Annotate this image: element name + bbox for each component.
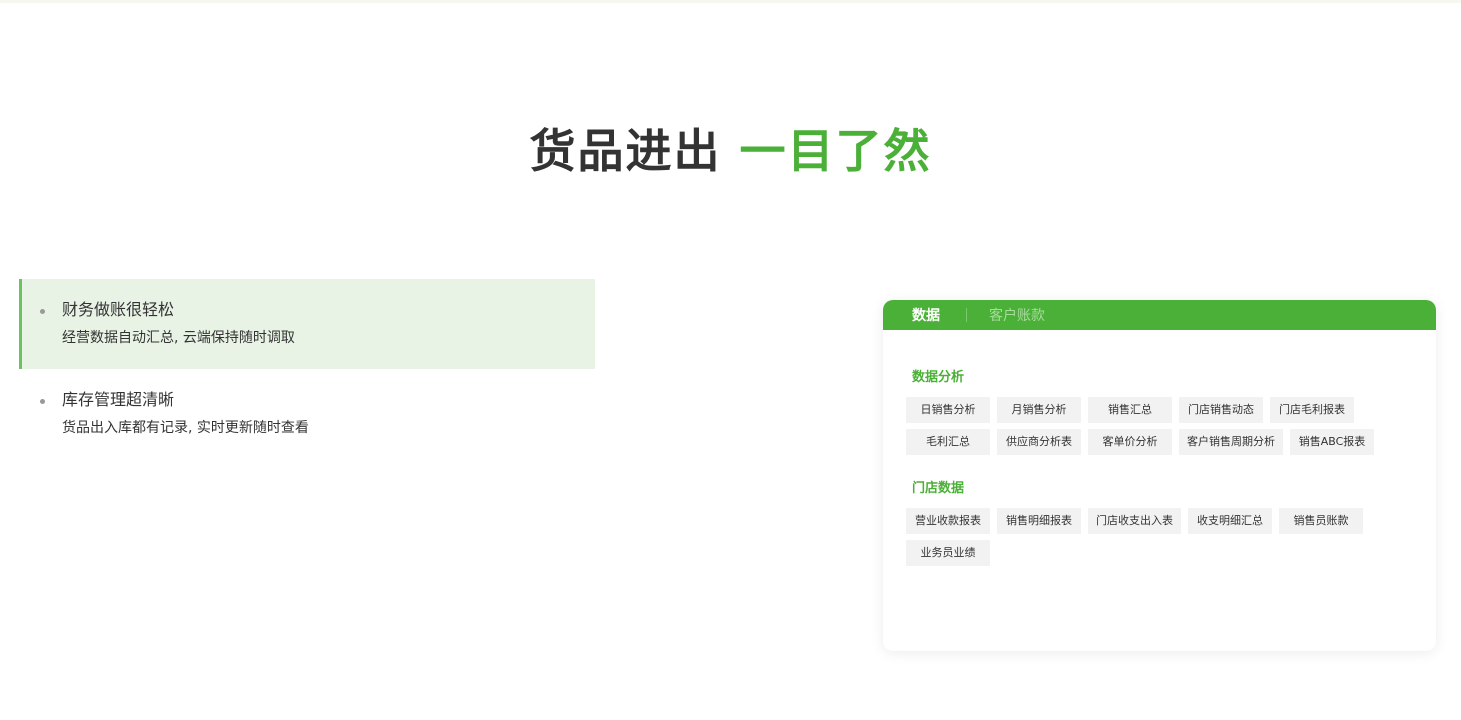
report-tag[interactable]: 供应商分析表	[997, 429, 1081, 455]
report-tag[interactable]: 客户销售周期分析	[1179, 429, 1283, 455]
card-tab-bar: 数据 客户账款	[883, 300, 1436, 330]
feature-list: 财务做账很轻松 经营数据自动汇总, 云端保持随时调取 库存管理超清晰 货品出入库…	[19, 279, 595, 459]
tag-list: 营业收款报表 销售明细报表 门店收支出入表 收支明细汇总 销售员账款 业务员业绩	[906, 508, 1396, 572]
top-strip	[0, 0, 1461, 3]
report-tag[interactable]: 收支明细汇总	[1188, 508, 1272, 534]
headline-dark: 货品进出	[529, 124, 722, 178]
section-data-analysis: 数据分析 日销售分析 月销售分析 销售汇总 门店销售动态 门店毛利报表 毛利汇总…	[906, 368, 1436, 461]
report-tag[interactable]: 销售员账款	[1279, 508, 1363, 534]
tab-divider	[966, 308, 967, 322]
report-tag[interactable]: 日销售分析	[906, 397, 990, 423]
tab-data[interactable]: 数据	[912, 305, 940, 325]
feature-title: 财务做账很轻松	[62, 300, 175, 319]
data-preview-card: 数据 客户账款 数据分析 日销售分析 月销售分析 销售汇总 门店销售动态 门店毛…	[883, 300, 1436, 651]
section-title: 数据分析	[912, 370, 965, 385]
report-tag[interactable]: 销售汇总	[1088, 397, 1172, 423]
report-tag[interactable]: 毛利汇总	[906, 429, 990, 455]
bullet-dot-icon	[40, 399, 45, 404]
bullet-dot-icon	[40, 309, 45, 314]
section-title: 门店数据	[912, 481, 965, 496]
tab-customer-accounts[interactable]: 客户账款	[989, 305, 1045, 325]
card-body: 数据分析 日销售分析 月销售分析 销售汇总 门店销售动态 门店毛利报表 毛利汇总…	[883, 330, 1436, 572]
page-headline: 货品进出 一目了然	[0, 118, 1461, 184]
report-tag[interactable]: 门店毛利报表	[1270, 397, 1354, 423]
feature-item-inventory[interactable]: 库存管理超清晰 货品出入库都有记录, 实时更新随时查看	[19, 369, 595, 459]
report-tag[interactable]: 门店销售动态	[1179, 397, 1263, 423]
headline-green: 一目了然	[739, 124, 932, 178]
report-tag[interactable]: 销售明细报表	[997, 508, 1081, 534]
section-store-data: 门店数据 营业收款报表 销售明细报表 门店收支出入表 收支明细汇总 销售员账款 …	[906, 479, 1436, 572]
report-tag[interactable]: 客单价分析	[1088, 429, 1172, 455]
feature-desc: 货品出入库都有记录, 实时更新随时查看	[62, 420, 309, 436]
feature-item-finance[interactable]: 财务做账很轻松 经营数据自动汇总, 云端保持随时调取	[19, 279, 595, 369]
report-tag[interactable]: 业务员业绩	[906, 540, 990, 566]
report-tag[interactable]: 月销售分析	[997, 397, 1081, 423]
tag-list: 日销售分析 月销售分析 销售汇总 门店销售动态 门店毛利报表 毛利汇总 供应商分…	[906, 397, 1396, 461]
feature-desc: 经营数据自动汇总, 云端保持随时调取	[62, 330, 295, 346]
report-tag[interactable]: 门店收支出入表	[1088, 508, 1181, 534]
report-tag[interactable]: 销售ABC报表	[1290, 429, 1374, 455]
report-tag[interactable]: 营业收款报表	[906, 508, 990, 534]
feature-title: 库存管理超清晰	[62, 390, 175, 409]
